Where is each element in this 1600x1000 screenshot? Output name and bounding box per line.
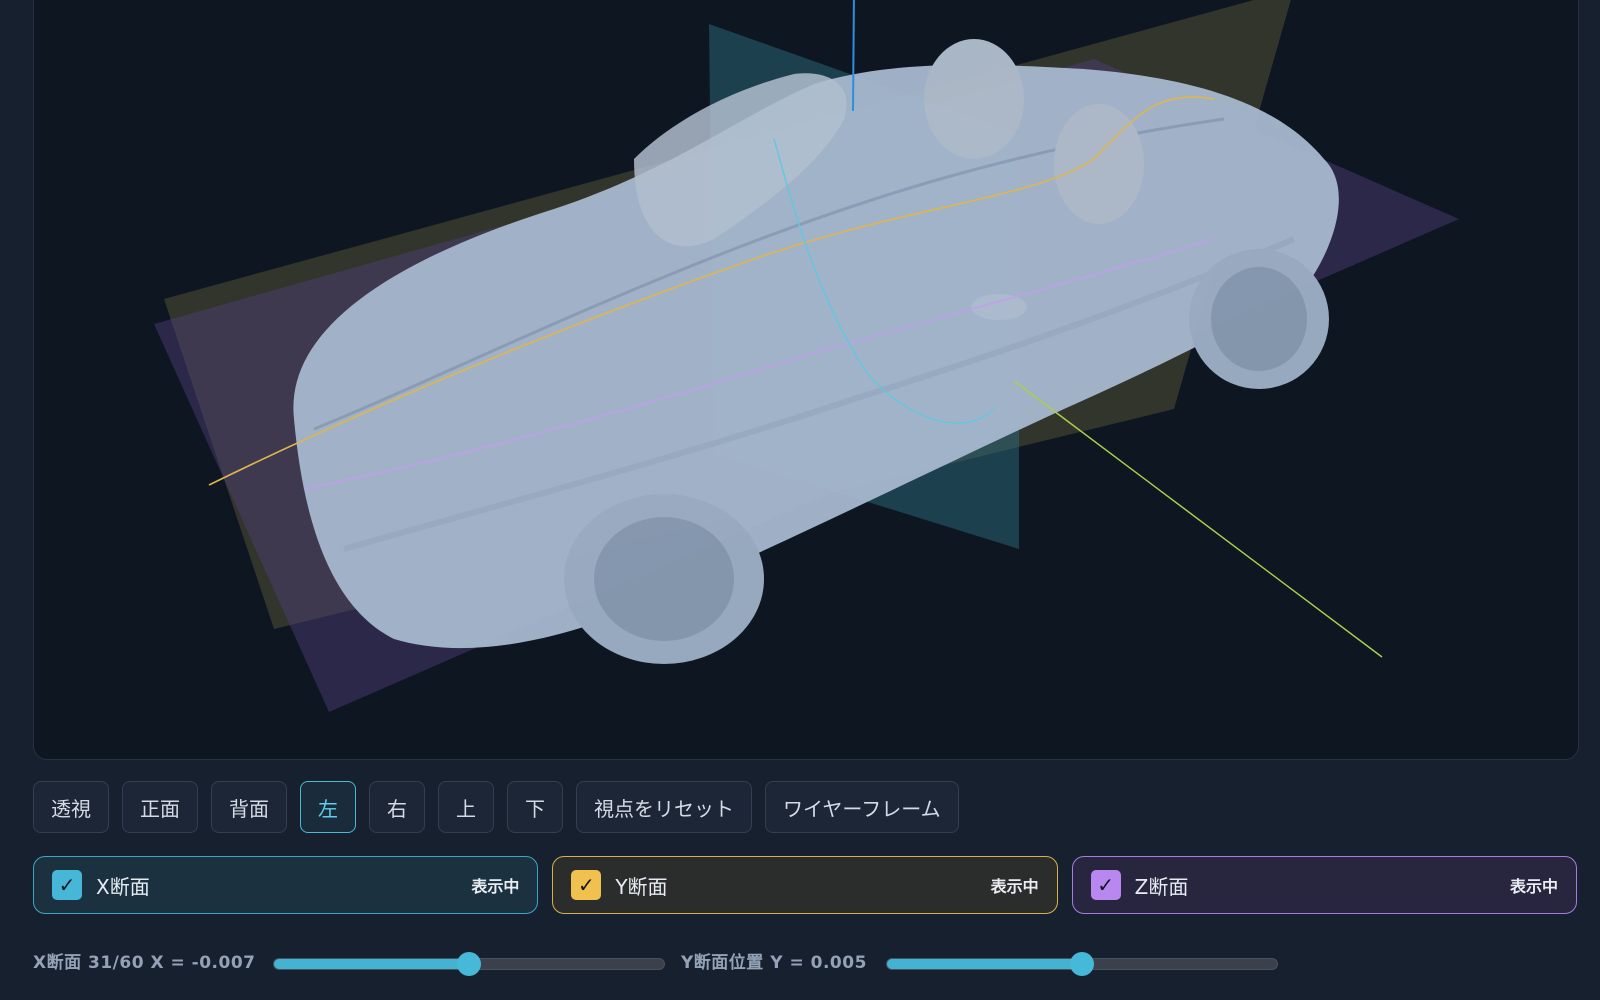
3d-viewport[interactable] — [33, 0, 1579, 760]
view-toolbar: 透視 正面 背面 左 右 上 下 視点をリセット ワイヤーフレーム — [33, 781, 959, 835]
x-section-slider[interactable] — [273, 952, 665, 976]
z-axis-line — [852, 0, 855, 112]
view-top-button[interactable]: 上 — [438, 781, 494, 833]
reset-view-button[interactable]: 視点をリセット — [576, 781, 752, 833]
x-section-slider-label: X断面 31/60 X = -0.007 — [33, 953, 256, 973]
y-section-checkbox[interactable]: ✓ — [571, 870, 602, 900]
z-section-label: Z断面 — [1134, 874, 1189, 899]
car-model-scene — [154, 0, 1459, 712]
x-section-toggle[interactable]: ✓ X断面 表示中 — [33, 856, 539, 914]
x-section-status: 表示中 — [471, 877, 520, 896]
y-section-slider-fill — [887, 959, 1082, 969]
y-section-slider[interactable] — [886, 952, 1278, 976]
x-section-slider-thumb[interactable] — [457, 952, 481, 976]
z-section-toggle[interactable]: ✓ Z断面 表示中 — [1071, 856, 1577, 914]
x-axis-line — [1013, 380, 1383, 658]
x-section-slider-fill — [274, 959, 469, 969]
y-section-toggle[interactable]: ✓ Y断面 表示中 — [552, 856, 1058, 914]
z-section-checkbox[interactable]: ✓ — [1090, 870, 1121, 900]
section-toggles: ✓ X断面 表示中 ✓ Y断面 表示中 ✓ Z断面 表示中 — [33, 856, 1577, 914]
view-perspective-button[interactable]: 透視 — [33, 781, 109, 833]
view-bottom-button[interactable]: 下 — [507, 781, 563, 833]
view-right-button[interactable]: 右 — [369, 781, 425, 833]
y-section-slider-label: Y断面位置 Y = 0.005 — [681, 953, 867, 973]
car-body — [293, 39, 1339, 664]
y-section-slider-thumb[interactable] — [1070, 952, 1094, 976]
section-sliders: X断面 31/60 X = -0.007 Y断面位置 Y = 0.005 — [33, 944, 1333, 976]
y-section-label: Y断面 — [615, 874, 668, 899]
y-section-status: 表示中 — [990, 877, 1039, 896]
view-left-button[interactable]: 左 — [300, 781, 356, 833]
view-back-button[interactable]: 背面 — [211, 781, 287, 833]
x-section-label: X断面 — [96, 874, 150, 899]
view-front-button[interactable]: 正面 — [122, 781, 198, 833]
wireframe-toggle-button[interactable]: ワイヤーフレーム — [765, 781, 959, 833]
z-section-status: 表示中 — [1509, 877, 1558, 896]
x-section-checkbox[interactable]: ✓ — [52, 870, 82, 900]
